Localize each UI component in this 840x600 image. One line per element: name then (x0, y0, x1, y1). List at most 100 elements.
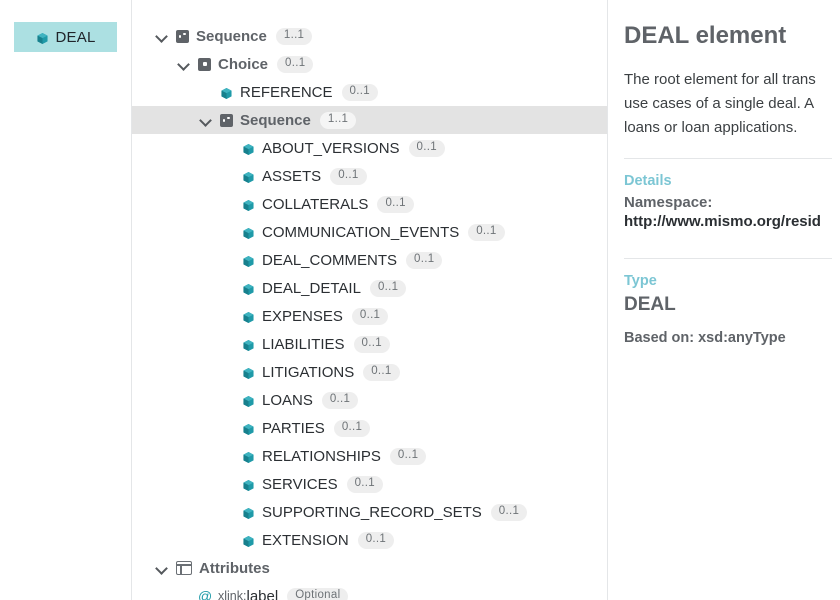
type-heading: Type (624, 273, 657, 289)
cardinality-badge: 0..1 (369, 279, 407, 297)
cube-icon (242, 171, 255, 184)
cardinality-badge: 0..1 (363, 363, 400, 381)
tree-row-loans[interactable]: LOANS 0..1 (132, 386, 607, 414)
details-heading: Details (624, 173, 672, 189)
tree-row-label: Sequence (196, 27, 267, 45)
cube-icon (242, 143, 255, 156)
tree-row-label: COMMUNICATION_EVENTS (262, 223, 460, 241)
cardinality-badge: 0..1 (357, 531, 395, 549)
tree-chevron-placeholder (220, 168, 236, 184)
cardinality-badge: 0..1 (408, 139, 445, 157)
cardinality-badge: 0..1 (468, 223, 505, 241)
tree-row-liabilities[interactable]: LIABILITIES 0..1 (132, 330, 607, 358)
chevron-down-icon[interactable] (176, 56, 192, 72)
tree-row-label: PARTIES (262, 419, 325, 437)
cube-icon (36, 32, 49, 45)
tree-row-communication-events[interactable]: COMMUNICATION_EVENTS 0..1 (132, 218, 607, 246)
choice-icon (198, 57, 211, 71)
schema-browser: DEAL Sequence 1..1 Choice 0..1 REFERENCE 0..1… (0, 0, 840, 600)
based-on-text: Based on: xsd:anyType (624, 330, 786, 346)
cube-icon (220, 87, 233, 100)
chevron-down-icon[interactable] (198, 112, 214, 128)
tree-chevron-placeholder (220, 420, 236, 436)
detail-panel: DEAL element The root element for all tr… (608, 0, 840, 600)
tree-row-label: DEAL_DETAIL (262, 279, 361, 297)
cardinality-badge: 0..1 (330, 167, 367, 185)
attribute-prefix: xlink: (218, 589, 247, 600)
chevron-down-icon[interactable] (154, 28, 170, 44)
tree-row-supporting-record-sets[interactable]: SUPPORTING_RECORD_SETS 0..1 (132, 498, 607, 526)
tree-row-parties[interactable]: PARTIES 0..1 (132, 414, 607, 442)
cardinality-badge: 0..1 (333, 419, 371, 437)
tree-chevron-placeholder (220, 280, 236, 296)
tree-chevron-placeholder (220, 532, 236, 548)
tree-row-choice[interactable]: Choice 0..1 (132, 50, 607, 78)
tree-chevron-placeholder (220, 336, 236, 352)
schema-tree[interactable]: Sequence 1..1 Choice 0..1 REFERENCE 0..1 Seque… (132, 0, 608, 600)
cardinality-badge: 0..1 (377, 195, 414, 213)
tree-row-collaterals[interactable]: COLLATERALS 0..1 (132, 190, 607, 218)
tree-row-label: label (246, 587, 279, 600)
tree-row-deal-comments[interactable]: DEAL_COMMENTS 0..1 (132, 246, 607, 274)
tree-row-label: ABOUT_VERSIONS (262, 139, 400, 157)
cardinality-badge: 0..1 (389, 447, 427, 465)
tree-chevron-placeholder (220, 364, 236, 380)
description-line: use cases of a single deal. A (624, 95, 815, 112)
description-line: loans or loan applications. (624, 119, 798, 136)
tree-chevron-placeholder (220, 252, 236, 268)
tree-row-label: SERVICES (262, 475, 338, 493)
tree-row-expenses[interactable]: EXPENSES 0..1 (132, 302, 607, 330)
tree-row-xlink-label[interactable]: @ xlink: label Optional (132, 582, 607, 600)
cube-icon (242, 423, 255, 436)
tree-chevron-placeholder (198, 84, 214, 100)
cube-icon (242, 339, 255, 352)
tree-row-label: EXPENSES (262, 307, 343, 325)
tree-row-sequence-inner[interactable]: Sequence 1..1 (132, 106, 607, 134)
tree-row-about-versions[interactable]: ABOUT_VERSIONS 0..1 (132, 134, 607, 162)
sidebar-item-label: DEAL (55, 28, 96, 46)
tree-row-services[interactable]: SERVICES 0..1 (132, 470, 607, 498)
tree-row-extension[interactable]: EXTENSION 0..1 (132, 526, 607, 554)
cardinality-badge: 0..1 (341, 83, 378, 101)
tree-row-relationships[interactable]: RELATIONSHIPS 0..1 (132, 442, 607, 470)
chevron-down-icon[interactable] (154, 560, 170, 576)
tree-chevron-placeholder (220, 196, 236, 212)
cardinality-badge: 0..1 (277, 55, 314, 73)
tree-chevron-placeholder (220, 224, 236, 240)
tree-row-sequence-root[interactable]: Sequence 1..1 (132, 22, 607, 50)
cardinality-badge: 1..1 (319, 111, 357, 129)
tree-row-label: EXTENSION (262, 531, 349, 549)
sidebar: DEAL (0, 0, 132, 600)
tree-row-label: RELATIONSHIPS (262, 447, 381, 465)
cardinality-badge: 0..1 (490, 503, 528, 521)
tree-row-label: LOANS (262, 391, 313, 409)
tree-row-attributes[interactable]: Attributes (132, 554, 607, 582)
tree-row-label: SUPPORTING_RECORD_SETS (262, 503, 482, 521)
namespace-label: Namespace: (624, 194, 713, 211)
divider (624, 158, 832, 159)
cardinality-badge: 0..1 (353, 335, 390, 353)
cardinality-badge: 0..1 (351, 307, 389, 325)
sidebar-item-deal[interactable]: DEAL (14, 22, 117, 52)
page-title: DEAL element (624, 22, 787, 49)
tree-chevron-placeholder (220, 392, 236, 408)
type-value: DEAL (624, 294, 676, 315)
element-description: The root element for all trans use cases… (624, 68, 840, 140)
cardinality-badge: 0..1 (346, 475, 383, 493)
tree-row-deal-detail[interactable]: DEAL_DETAIL 0..1 (132, 274, 607, 302)
cube-icon (242, 255, 255, 268)
tree-row-assets[interactable]: ASSETS 0..1 (132, 162, 607, 190)
tree-row-litigations[interactable]: LITIGATIONS 0..1 (132, 358, 607, 386)
divider (624, 258, 832, 259)
tree-row-label: Choice (218, 55, 269, 73)
cube-icon (242, 479, 255, 492)
table-icon (176, 561, 192, 575)
tree-row-reference[interactable]: REFERENCE 0..1 (132, 78, 607, 106)
tree-chevron-placeholder (220, 140, 236, 156)
cube-icon (242, 311, 255, 324)
tree-row-label: LIABILITIES (262, 335, 345, 353)
cube-icon (242, 283, 255, 296)
cube-icon (242, 451, 255, 464)
tree-chevron-placeholder (176, 588, 192, 600)
sequence-icon (220, 113, 233, 127)
